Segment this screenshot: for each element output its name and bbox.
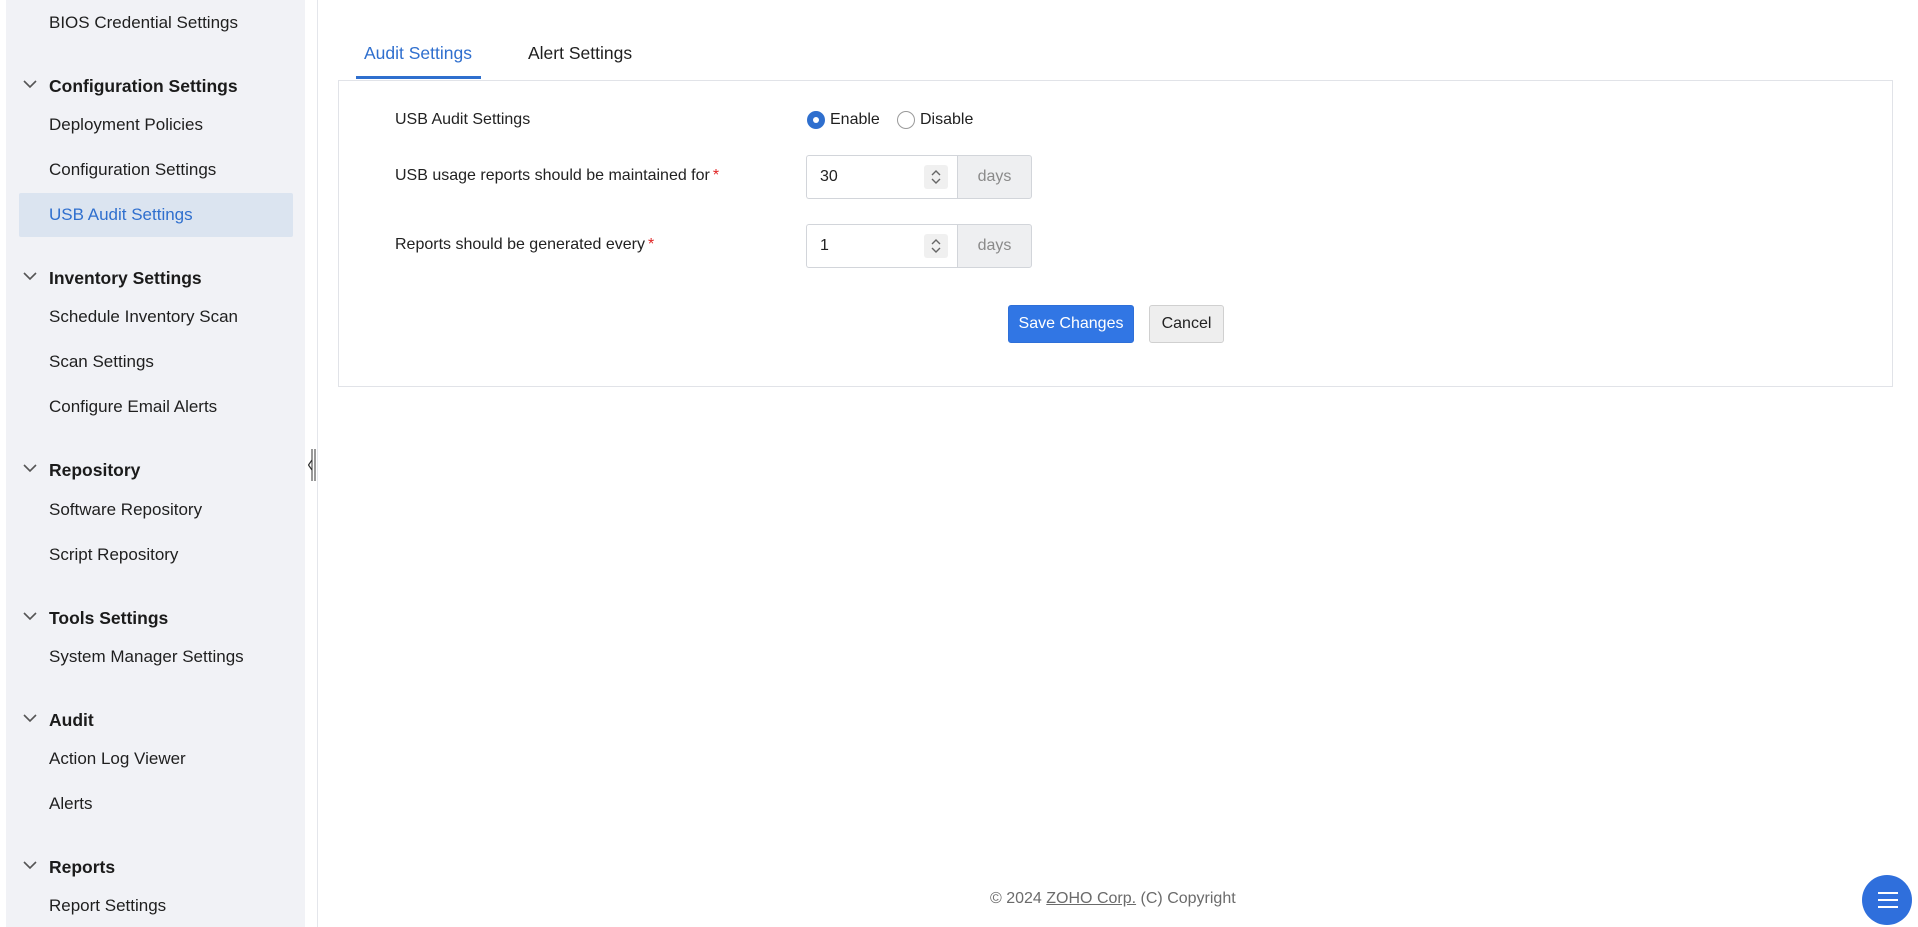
generate-days-group: days [806, 224, 1032, 268]
sidebar-group-repository[interactable]: Repository [19, 455, 140, 485]
sidebar-item-action-log-viewer[interactable]: Action Log Viewer [19, 737, 293, 781]
chevron-down-icon [23, 612, 37, 621]
footer-suffix: (C) Copyright [1140, 890, 1236, 907]
active-tab-indicator [356, 76, 481, 79]
stepper-icon[interactable] [924, 234, 948, 258]
sidebar-group-label: Inventory Settings [49, 268, 202, 288]
menu-icon[interactable] [1862, 875, 1912, 925]
sidebar-item-deployment-policies[interactable]: Deployment Policies [19, 103, 293, 147]
enable-radio-label[interactable]: Enable [830, 111, 880, 129]
chevron-down-icon [23, 861, 37, 870]
days-unit-label: days [957, 155, 1032, 199]
tab-alert-settings[interactable]: Alert Settings [528, 43, 632, 64]
cancel-button[interactable]: Cancel [1149, 305, 1224, 343]
chevron-down-icon [23, 714, 37, 723]
maintain-reports-label: USB usage reports should be maintained f… [395, 167, 719, 185]
sidebar-group-label: Audit [49, 710, 94, 730]
chevron-down-icon [23, 464, 37, 473]
sidebar-item-report-settings[interactable]: Report Settings [19, 884, 293, 927]
sidebar-item-scan-settings[interactable]: Scan Settings [19, 340, 293, 384]
sidebar-item-bios-credential-settings[interactable]: BIOS Credential Settings [19, 1, 293, 45]
generate-reports-label: Reports should be generated every * [395, 236, 654, 254]
required-mark: * [647, 236, 655, 253]
tab-audit-settings[interactable]: Audit Settings [364, 43, 472, 64]
disable-radio-label[interactable]: Disable [920, 111, 973, 129]
sidebar: BIOS Credential Settings Configuration S… [6, 0, 305, 927]
sidebar-item-usb-audit-settings[interactable]: USB Audit Settings [19, 193, 293, 237]
sidebar-item-system-manager-settings[interactable]: System Manager Settings [19, 635, 293, 679]
sidebar-item-script-repository[interactable]: Script Repository [19, 533, 293, 577]
sidebar-item-configuration-settings[interactable]: Configuration Settings [19, 148, 293, 192]
sidebar-item-configure-email-alerts[interactable]: Configure Email Alerts [19, 385, 293, 429]
usb-audit-settings-label: USB Audit Settings [395, 111, 531, 128]
maintain-reports-text: USB usage reports should be maintained f… [395, 167, 710, 184]
stepper-icon[interactable] [924, 165, 948, 189]
sidebar-item-software-repository[interactable]: Software Repository [19, 488, 293, 532]
chevron-down-icon [23, 80, 37, 89]
disable-radio[interactable] [897, 111, 915, 129]
sidebar-group-label: Reports [49, 857, 116, 877]
sidebar-group-label: Repository [49, 460, 141, 480]
enable-radio[interactable] [807, 111, 825, 129]
sidebar-group-audit[interactable]: Audit [19, 705, 94, 735]
chevron-down-icon [23, 272, 37, 281]
footer-copyright: © 2024 ZOHO Corp. (C) Copyright [990, 890, 1236, 908]
save-changes-button[interactable]: Save Changes [1008, 305, 1134, 343]
sidebar-item-schedule-inventory-scan[interactable]: Schedule Inventory Scan [19, 295, 293, 339]
footer-prefix: © 2024 [990, 890, 1042, 907]
zoho-corp-link[interactable]: ZOHO Corp. [1046, 890, 1136, 907]
sidebar-group-inventory-settings[interactable]: Inventory Settings [19, 263, 202, 293]
sidebar-group-label: Configuration Settings [49, 76, 238, 96]
sidebar-group-reports[interactable]: Reports [19, 852, 115, 882]
sidebar-item-alerts[interactable]: Alerts [19, 782, 293, 826]
sidebar-group-label: Tools Settings [49, 608, 169, 628]
generate-reports-text: Reports should be generated every [395, 236, 645, 253]
sidebar-group-configuration-settings[interactable]: Configuration Settings [19, 71, 238, 101]
collapse-sidebar-icon[interactable] [308, 449, 318, 481]
sidebar-group-tools-settings[interactable]: Tools Settings [19, 603, 168, 633]
maintain-days-group: days [806, 155, 1032, 199]
required-mark: * [712, 167, 720, 184]
days-unit-label: days [957, 224, 1032, 268]
